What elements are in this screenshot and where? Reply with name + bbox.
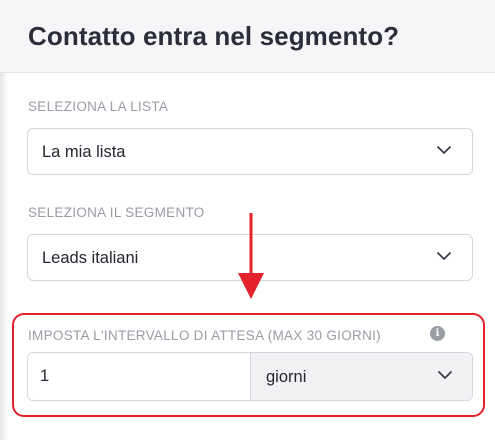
segment-select-label: SELEZIONA IL SEGMENTO: [28, 205, 205, 220]
wait-unit-value: giorni: [266, 368, 307, 386]
chevron-down-icon: [437, 146, 451, 154]
segment-select-value: Leads italiani: [42, 249, 139, 267]
list-select-label: SELEZIONA LA LISTA: [28, 99, 169, 114]
wait-unit-select[interactable]: giorni: [250, 353, 472, 400]
down-arrow-annotation: [238, 213, 264, 299]
chevron-down-icon: [438, 371, 452, 379]
list-select[interactable]: La mia lista: [27, 128, 473, 175]
chevron-down-icon: [437, 252, 451, 260]
info-icon[interactable]: i: [430, 326, 445, 341]
wait-amount-input[interactable]: [28, 353, 250, 400]
wait-interval-group: giorni: [27, 352, 473, 401]
panel-title: Contatto entra nel segmento?: [28, 21, 400, 51]
list-select-value: La mia lista: [42, 143, 126, 161]
panel-header: Contatto entra nel segmento?: [0, 0, 495, 73]
wait-interval-label: IMPOSTA L'INTERVALLO DI ATTESA (MAX 30 G…: [28, 328, 381, 343]
